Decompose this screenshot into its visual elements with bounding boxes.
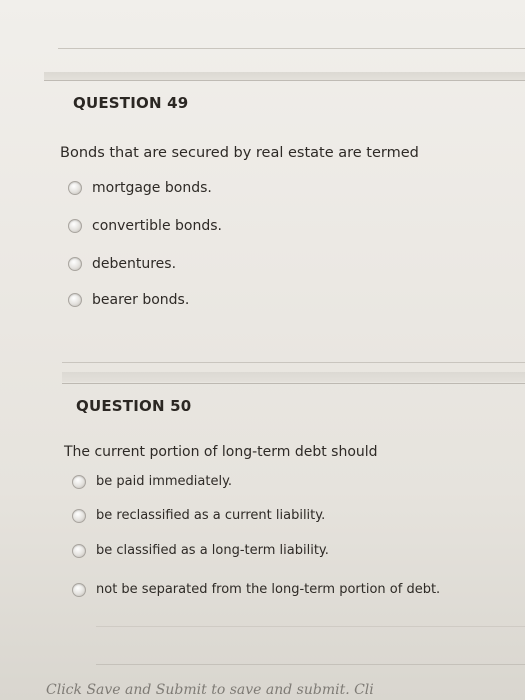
- answer-option-not-separated[interactable]: not be separated from the long-term port…: [72, 582, 440, 597]
- question-title: QUESTION 49: [73, 94, 189, 112]
- answer-option-mortgage-bonds[interactable]: mortgage bonds.: [68, 180, 212, 196]
- radio-button[interactable]: [68, 219, 82, 233]
- radio-button[interactable]: [72, 582, 86, 597]
- answer-option-reclassified-current[interactable]: be reclassified as a current liability.: [72, 508, 325, 523]
- divider: [58, 48, 525, 49]
- answer-option-debentures[interactable]: debentures.: [68, 256, 176, 272]
- divider: [96, 626, 525, 627]
- divider: [62, 362, 525, 363]
- radio-button[interactable]: [72, 508, 86, 523]
- radio-button[interactable]: [68, 293, 82, 307]
- answer-label: mortgage bonds.: [92, 180, 212, 196]
- answer-option-classified-long-term[interactable]: be classified as a long-term liability.: [72, 543, 329, 558]
- submit-instructions: Click Save and Submit to save and submit…: [46, 682, 374, 698]
- radio-button[interactable]: [72, 474, 86, 489]
- answer-label: be reclassified as a current liability.: [96, 508, 326, 523]
- divider: [62, 372, 525, 382]
- answer-label: be classified as a long-term liability.: [96, 543, 329, 558]
- answer-label: debentures.: [92, 256, 177, 272]
- answer-option-bearer-bonds[interactable]: bearer bonds.: [68, 292, 189, 308]
- answer-label: convertible bonds.: [92, 218, 222, 234]
- radio-button[interactable]: [68, 181, 82, 195]
- radio-button[interactable]: [72, 543, 86, 558]
- divider: [96, 664, 525, 665]
- question-text: The current portion of long-term debt sh…: [64, 444, 378, 460]
- radio-button[interactable]: [68, 257, 82, 271]
- answer-option-convertible-bonds[interactable]: convertible bonds.: [68, 218, 222, 234]
- divider: [44, 72, 525, 80]
- divider: [44, 80, 525, 81]
- divider: [62, 383, 525, 384]
- answer-label: not be separated from the long-term port…: [96, 582, 441, 597]
- answer-option-paid-immediately[interactable]: be paid immediately.: [72, 474, 232, 489]
- question-title: QUESTION 50: [76, 397, 192, 415]
- answer-label: bearer bonds.: [92, 292, 190, 308]
- question-text: Bonds that are secured by real estate ar…: [60, 145, 419, 161]
- answer-label: be paid immediately.: [96, 474, 233, 489]
